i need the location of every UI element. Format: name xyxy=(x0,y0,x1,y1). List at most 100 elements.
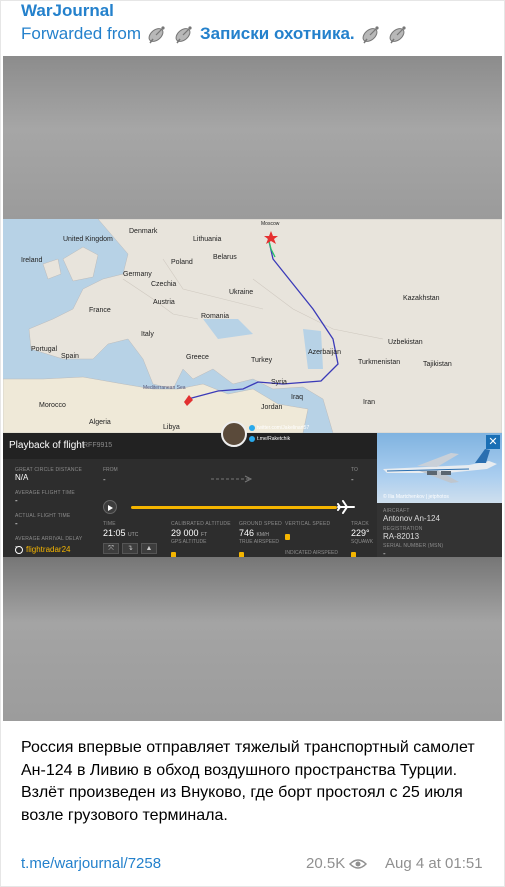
aircraft-photo-image xyxy=(383,449,497,483)
ground-speed-label: GROUND SPEED xyxy=(239,521,282,527)
from-value: - xyxy=(103,475,106,484)
map-label: Tajikistan xyxy=(423,361,452,368)
flight-map: United Kingdom Ireland Denmark Lithuania… xyxy=(3,219,502,433)
forwarded-prefix: Forwarded from xyxy=(21,24,141,43)
vertical-speed-label: VERTICAL SPEED xyxy=(285,521,331,527)
track-value: 229° xyxy=(351,528,370,538)
twitter-handle: twitter.com/Jakelinart57 xyxy=(257,425,310,431)
map-label: Azerbaijan xyxy=(308,349,342,356)
satellite-dish-icon xyxy=(362,26,379,44)
map-label: Greece xyxy=(186,354,209,361)
map-label: Poland xyxy=(171,259,193,266)
from-label: FROM xyxy=(103,467,118,473)
to-value: - xyxy=(351,475,354,484)
forwarded-source: Записки охотника. xyxy=(199,24,355,43)
satellite-dish-icon xyxy=(175,26,192,44)
serial-label: SERIAL NUMBER (MSN) xyxy=(383,543,444,549)
satellite-dish-icon xyxy=(148,26,165,44)
satellite-dish-icon xyxy=(389,26,406,44)
map-label: Spain xyxy=(61,353,79,360)
flight-playback-panel: Playback of flight RFF9915 GREAT CIRCLE … xyxy=(3,433,502,569)
map-label: Morocco xyxy=(39,402,66,409)
map-label: Ukraine xyxy=(229,289,254,296)
playback-progress-track[interactable] xyxy=(131,506,337,509)
map-label: Italy xyxy=(141,331,154,338)
map-label: Turkmenistan xyxy=(358,359,401,366)
flightradar24-logo: flightradar24 xyxy=(15,545,70,554)
map-label: Iraq xyxy=(291,394,304,401)
gps-altitude-label: GPS ALTITUDE xyxy=(171,539,207,545)
playback-header: Playback of flight RFF9915 xyxy=(3,433,377,459)
ground-speed-unit: KM/H xyxy=(256,532,270,538)
map-3d-button[interactable]: ▲ xyxy=(141,543,157,554)
registration-value: RA-82013 xyxy=(383,532,420,541)
map-label: Romania xyxy=(201,313,230,320)
squawk-label: SQUAWK xyxy=(351,539,374,545)
map-label: Austria xyxy=(153,299,175,306)
map-label: Iran xyxy=(363,399,376,406)
flightradar24-logo-text: flightradar24 xyxy=(26,545,71,554)
views-counter: 20.5K xyxy=(306,855,368,872)
map-label: Uzbekistan xyxy=(388,339,423,346)
altitude-label: CALIBRATED ALTITUDE xyxy=(171,521,231,527)
twitter-icon xyxy=(249,425,255,431)
post-link[interactable]: t.me/warjournal/7258 xyxy=(21,855,161,872)
map-label: Moscow xyxy=(261,221,280,227)
stat-time: TIME 21:05 UTC xyxy=(103,521,138,538)
map-landmass xyxy=(3,219,502,433)
avg-arrival-delay-label: AVERAGE ARRIVAL DELAY xyxy=(15,536,83,542)
map-label: Turkey xyxy=(251,357,273,364)
author-avatar xyxy=(221,421,247,447)
map-label: Syria xyxy=(271,379,287,386)
play-button[interactable] xyxy=(103,500,117,514)
map-label: Jordan xyxy=(261,404,283,411)
message-post: WarJournal Forwarded from Записки охотни… xyxy=(0,0,505,887)
map-label: United Kingdom xyxy=(63,236,113,243)
fullscreen-button[interactable]: ⤧ xyxy=(103,543,119,554)
map-label: Czechia xyxy=(151,281,177,288)
map-label: Germany xyxy=(123,271,152,278)
flight-id: RFF9915 xyxy=(83,442,113,449)
map-label: Libya xyxy=(163,424,180,431)
eye-icon xyxy=(349,858,368,869)
views-count: 20.5K xyxy=(306,855,346,872)
time-value: 21:05 xyxy=(103,528,126,538)
map-label: Belarus xyxy=(213,254,237,261)
channel-name[interactable]: WarJournal xyxy=(21,1,114,21)
map-label: Lithuania xyxy=(193,236,222,243)
map-label: Portugal xyxy=(31,346,58,353)
airplane-icon xyxy=(337,500,355,514)
forwarded-from-line[interactable]: Forwarded from Записки охотника. xyxy=(21,24,409,44)
indicated-airspeed-label: INDICATED AIRSPEED xyxy=(285,550,338,556)
telegram-handle: t.me/Raketchik xyxy=(257,436,291,442)
playback-tools: ⤧ ↴ ▲ xyxy=(103,543,157,554)
close-icon[interactable]: ✕ xyxy=(486,435,500,449)
aircraft-info: © Ilia Martchenkov | jetphotos ✕ AIRCRAF… xyxy=(377,433,502,558)
aircraft-value: Antonov An-124 xyxy=(383,514,440,523)
map-label: Ireland xyxy=(21,257,43,264)
post-time: Aug 4 at 01:51 xyxy=(385,855,483,872)
playback-title: Playback of flight xyxy=(9,440,85,451)
true-airspeed-label: TRUE AIRSPEED xyxy=(239,539,280,545)
track-label: TRACK xyxy=(351,521,369,527)
radar-icon xyxy=(15,545,23,554)
altitude-value: 29 000 xyxy=(171,528,199,538)
route-button[interactable]: ↴ xyxy=(122,543,138,554)
ground-speed-value: 746 xyxy=(239,528,255,538)
map-label: Mediterranean Sea xyxy=(143,385,186,391)
map-label: France xyxy=(89,307,111,314)
avg-flight-time-value: - xyxy=(15,496,18,505)
flight-progress: FROM - TO - TIME 21:05 UTC CALIBRATED AL… xyxy=(99,463,375,569)
aircraft-photo: © Ilia Martchenkov | jetphotos xyxy=(377,433,502,503)
lock-icon xyxy=(285,534,290,540)
play-icon xyxy=(108,505,113,511)
post-media-image[interactable]: United Kingdom Ireland Denmark Lithuania… xyxy=(3,56,502,721)
blurred-backdrop-bottom xyxy=(3,557,502,721)
photo-credit: © Ilia Martchenkov | jetphotos xyxy=(383,494,449,500)
map-label: Denmark xyxy=(129,228,158,235)
great-circle-value: N/A xyxy=(15,473,29,482)
time-unit: UTC xyxy=(128,532,139,538)
telegram-icon xyxy=(249,436,255,442)
time-label: TIME xyxy=(103,521,116,527)
altitude-unit: FT xyxy=(201,532,208,538)
